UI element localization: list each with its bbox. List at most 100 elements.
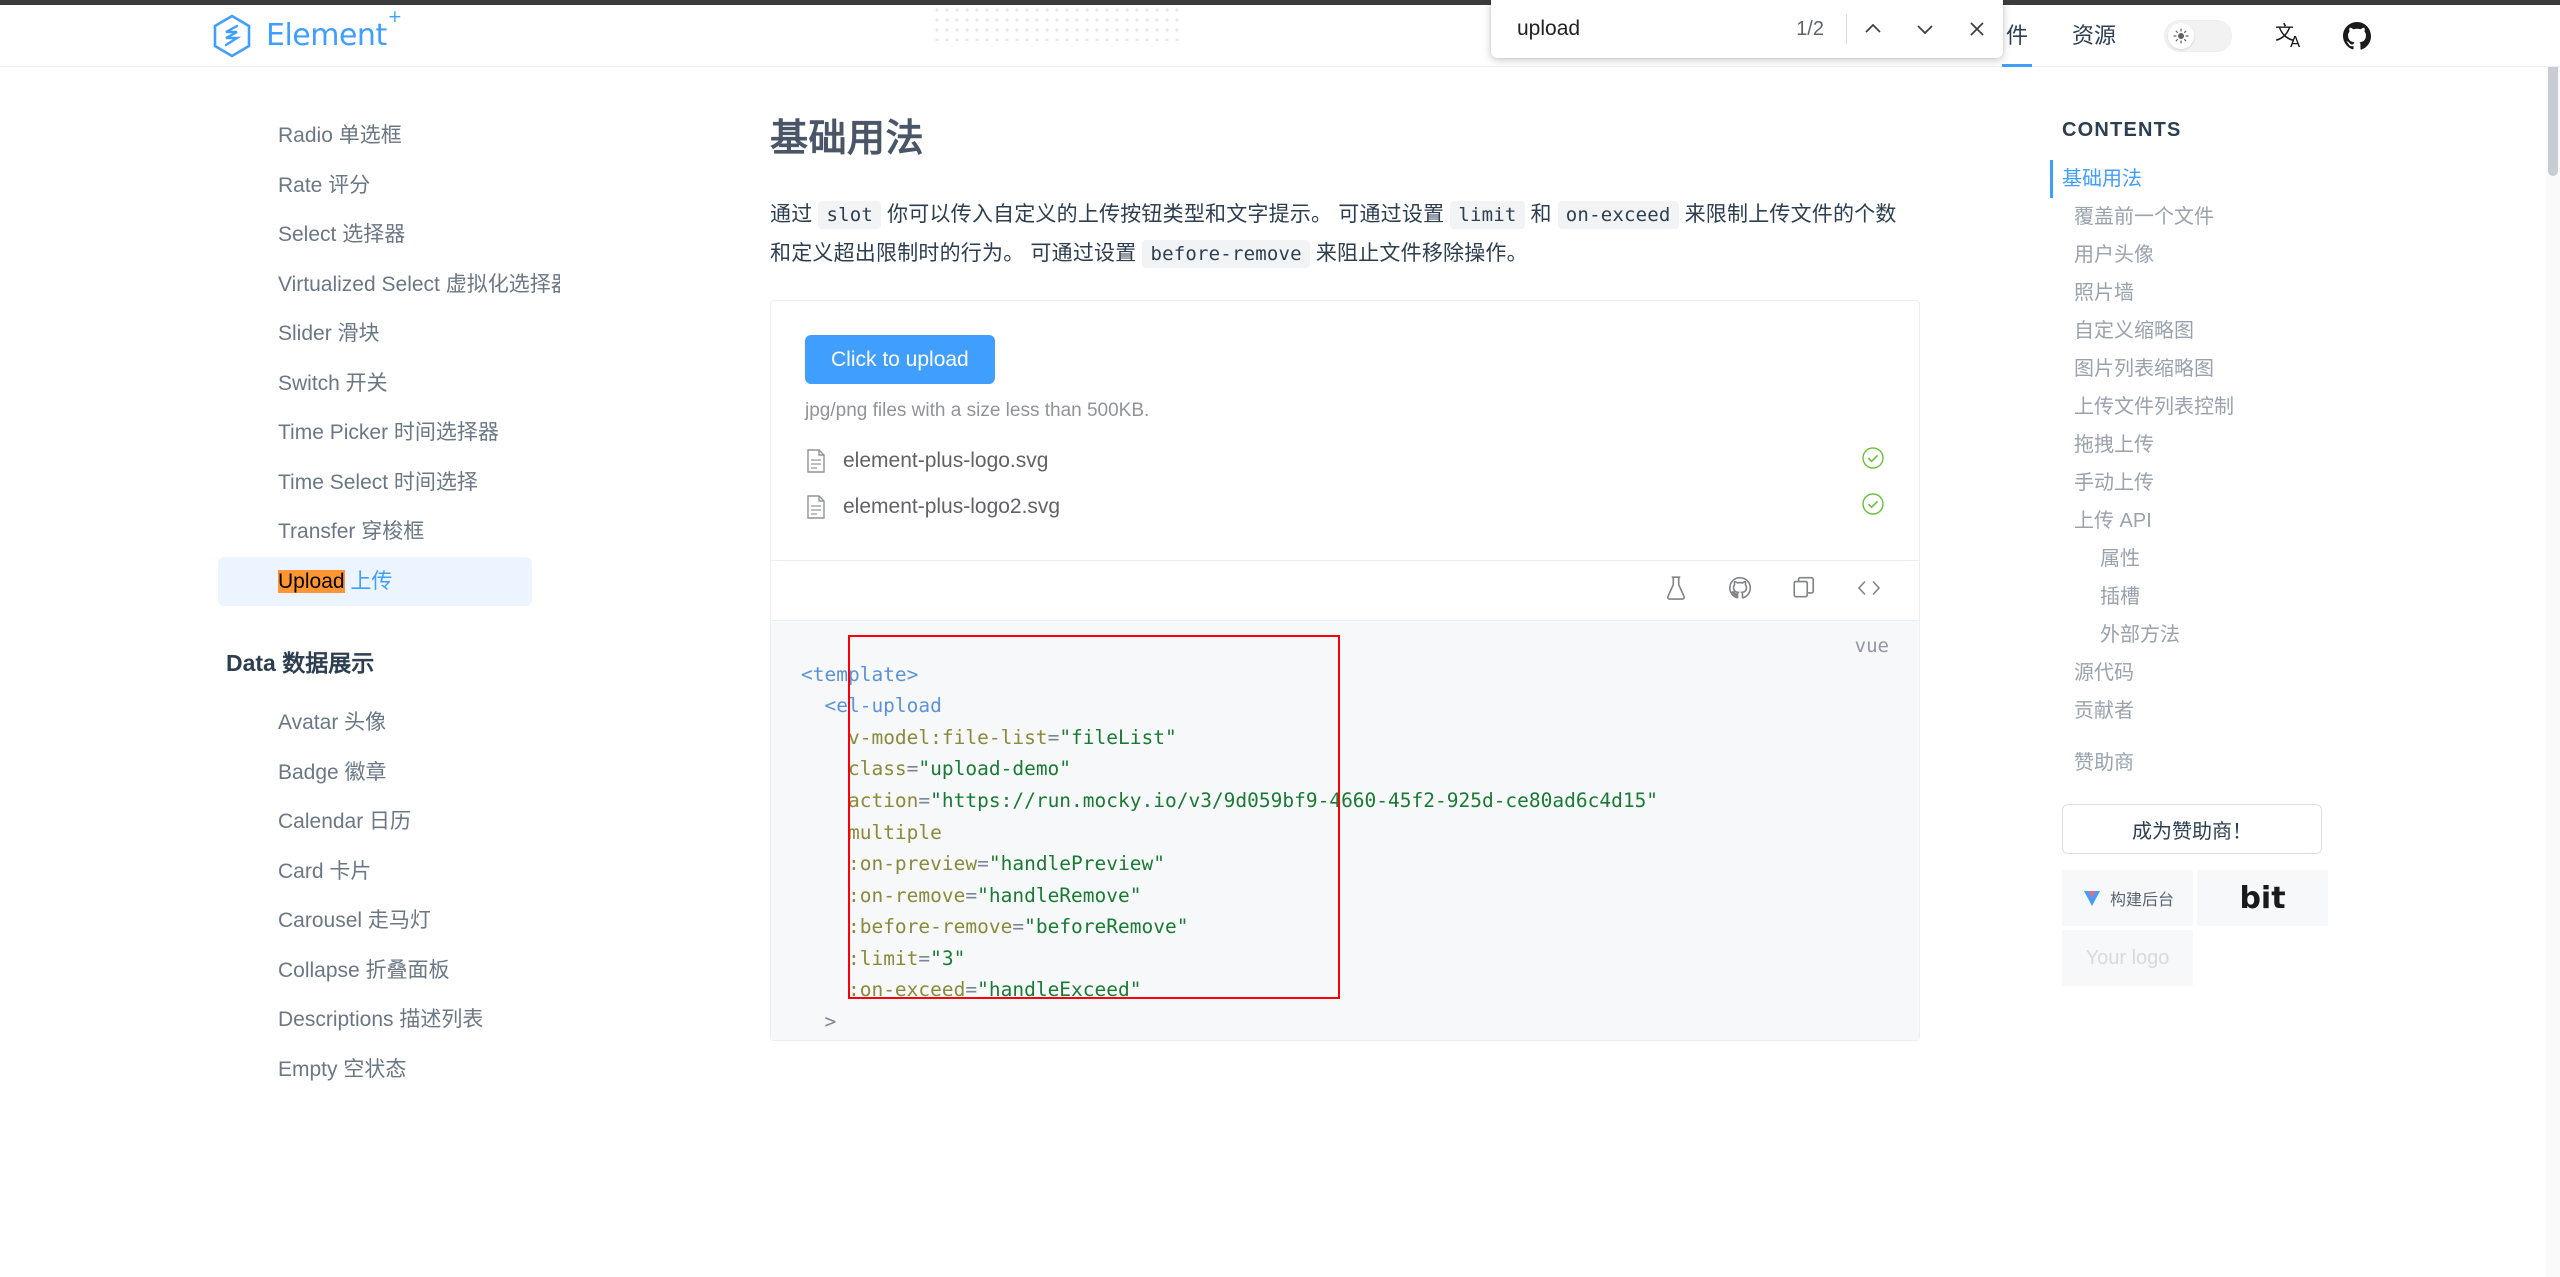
page-scrollbar[interactable] — [2546, 5, 2560, 1277]
nav-item-resources[interactable]: 资源 — [2050, 5, 2138, 67]
toc-item[interactable]: 自定义缩略图 — [2062, 312, 2560, 350]
toc-item[interactable]: 插槽 — [2062, 578, 2560, 616]
page-description: 通过 slot 你可以传入自定义的上传按钮类型和文字提示。 可通过设置 limi… — [770, 196, 1910, 274]
find-input[interactable] — [1491, 16, 1797, 42]
code-on-exceed: on-exceed — [1557, 201, 1679, 229]
toc-item[interactable]: 外部方法 — [2062, 616, 2560, 654]
code-token: = — [906, 757, 919, 781]
toc-item[interactable]: 源代码 — [2062, 654, 2560, 692]
file-status-success — [1861, 492, 1885, 522]
edit-on-github-button[interactable] — [1727, 575, 1753, 606]
sidebar-item-collapse[interactable]: Collapse 折叠面板 — [222, 946, 532, 996]
code-token: "upload-demo" — [918, 757, 1072, 781]
find-match-count: 1/2 — [1796, 17, 1824, 40]
sponsor-grid: 构建后台 bit Your logo — [2062, 870, 2328, 986]
sidebar-item-upload-cn: 上传 — [344, 569, 393, 593]
brand-logo[interactable]: Element+ — [212, 7, 402, 58]
sidebar-item-upload[interactable]: Upload 上传 — [218, 556, 532, 606]
sidebar-item-rate[interactable]: Rate 评分 — [222, 161, 532, 211]
document-icon — [807, 448, 825, 473]
source-code-panel: vue <template> <el-upload v-model:file-l… — [771, 619, 1919, 1040]
sponsor-bit[interactable]: bit — [2197, 870, 2328, 926]
chevron-down-icon — [1917, 25, 1933, 35]
code-token: "beforeRemove" — [1024, 915, 1189, 939]
code-token: > — [824, 1010, 837, 1034]
document-icon — [807, 494, 825, 519]
sidebar-item-card[interactable]: Card 卡片 — [222, 847, 532, 897]
theme-toggle[interactable] — [2164, 19, 2232, 52]
desc-part-1: 通过 — [770, 203, 819, 226]
toc-item[interactable]: 图片列表缩略图 — [2062, 350, 2560, 388]
file-name: element-plus-logo2.svg — [843, 494, 1061, 518]
github-icon — [2343, 21, 2371, 50]
source-code[interactable]: <template> <el-upload v-model:file-list=… — [771, 635, 1919, 1040]
toc-item[interactable]: 贡献者 — [2062, 692, 2560, 730]
toc-item[interactable]: 上传文件列表控制 — [2062, 388, 2560, 426]
copy-code-button[interactable] — [1791, 575, 1817, 606]
element-plus-logo-icon — [213, 13, 251, 58]
toc-item[interactable]: 手动上传 — [2062, 464, 2560, 502]
sidebar-item-badge[interactable]: Badge 徽章 — [222, 748, 532, 798]
sidebar-item-calendar[interactable]: Calendar 日历 — [222, 797, 532, 847]
sidebar-item-descriptions[interactable]: Descriptions 描述列表 — [222, 995, 532, 1045]
toc-list: 基础用法 覆盖前一个文件 用户头像 照片墙 自定义缩略图 图片列表缩略图 上传文件列表控制拖… — [2050, 160, 2560, 730]
code-token: = — [918, 789, 931, 812]
sidebar-item-slider[interactable]: Slider 滑块 — [222, 309, 532, 359]
toc-item[interactable]: 拖拽上传 — [2062, 426, 2560, 464]
code-token: "handleRemove" — [977, 883, 1142, 907]
code-token: action — [847, 789, 919, 812]
click-to-upload-button[interactable]: Click to upload — [805, 334, 995, 384]
code-token: :limit — [847, 946, 919, 970]
sidebar-item-radio[interactable]: Radio 单选框 — [222, 111, 532, 161]
code-token: = — [977, 852, 989, 876]
close-icon — [1970, 22, 1984, 36]
code-token: <template> — [801, 662, 919, 686]
find-match-highlight: Upload — [278, 569, 345, 593]
toc-sponsor-heading[interactable]: 赞助商 — [2062, 744, 2560, 782]
check-circle-icon — [1862, 446, 1884, 469]
sidebar-item-carousel[interactable]: Carousel 走马灯 — [222, 896, 532, 946]
browser-find-bar: 1/2 — [1491, 0, 2003, 58]
sidebar-item-switch[interactable]: Switch 开关 — [222, 359, 532, 409]
sidebar-item-time-select[interactable]: Time Select 时间选择 — [222, 458, 532, 508]
vform-logo-icon — [2083, 891, 2100, 906]
sponsor-vform[interactable]: 构建后台 — [2062, 870, 2193, 926]
desc-part-2: 你可以传入自定义的上传按钮类型和文字提示。 可通过设置 — [881, 203, 1451, 226]
table-of-contents: CONTENTS 基础用法 覆盖前一个文件 用户头像 照片墙 自定义缩略图 图片列表缩略图… — [1920, 67, 2560, 1277]
uploaded-file-list: element-plus-logo.svg element-plus-logo2… — [805, 438, 1885, 530]
translate-icon: 文 A — [2275, 22, 2301, 51]
language-switch-button[interactable]: 文 A — [2268, 13, 2314, 59]
toc-item[interactable]: 上传 API — [2062, 502, 2560, 540]
toc-item[interactable]: 照片墙 — [2062, 274, 2560, 312]
sponsor-placeholder[interactable]: Your logo — [2062, 930, 2193, 986]
github-icon — [1729, 576, 1752, 599]
open-in-playground-button[interactable] — [1663, 575, 1689, 606]
desc-part-3: 和 — [1524, 203, 1558, 226]
main-content: 基础用法 通过 slot 你可以传入自定义的上传按钮类型和文字提示。 可通过设置… — [560, 67, 1920, 1277]
code-limit: limit — [1450, 201, 1525, 229]
become-sponsor-button[interactable]: 成为赞助商！ — [2062, 804, 2322, 854]
sidebar-item-avatar[interactable]: Avatar 头像 — [222, 698, 532, 748]
toggle-source-button[interactable] — [1855, 575, 1883, 606]
sidebar-item-empty[interactable]: Empty 空状态 — [222, 1045, 532, 1095]
file-list-item[interactable]: element-plus-logo2.svg — [805, 484, 1885, 530]
find-next-button[interactable] — [1899, 0, 1951, 58]
toc-title: CONTENTS — [2062, 119, 2182, 141]
page-title: 基础用法 — [770, 118, 925, 160]
sidebar-item-time-picker[interactable]: Time Picker 时间选择器 — [222, 408, 532, 458]
toc-item[interactable]: 属性 — [2062, 540, 2560, 578]
sidebar-item-select[interactable]: Select 选择器 — [222, 210, 532, 260]
toc-item[interactable]: 基础用法 — [2050, 160, 2560, 198]
theme-toggle-knob — [2168, 22, 2194, 49]
code-token: :on-remove — [847, 883, 966, 907]
sidebar-item-virtualized-select[interactable]: Virtualized Select 虚拟化选择器 — [222, 260, 560, 310]
code-token: = — [965, 978, 978, 1002]
github-link-button[interactable] — [2334, 13, 2380, 59]
sponsor-vform-label: 构建后台 — [2109, 892, 2174, 909]
toc-item[interactable]: 覆盖前一个文件 — [2062, 198, 2560, 236]
find-close-button[interactable] — [1951, 0, 2003, 58]
find-prev-button[interactable] — [1847, 0, 1899, 58]
sidebar-item-transfer[interactable]: Transfer 穿梭框 — [222, 507, 532, 557]
file-list-item[interactable]: element-plus-logo.svg — [805, 438, 1885, 484]
toc-item[interactable]: 用户头像 — [2062, 236, 2560, 274]
